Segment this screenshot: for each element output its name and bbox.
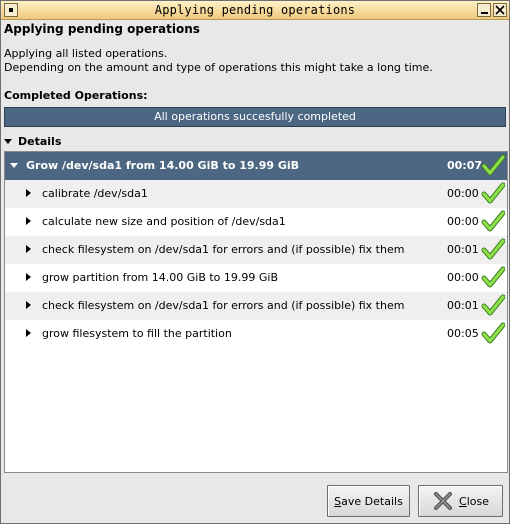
- operation-row[interactable]: check filesystem on /dev/sda1 for errors…: [5, 236, 507, 264]
- details-label: Details: [18, 135, 62, 148]
- operation-row[interactable]: calculate new size and position of /dev/…: [5, 208, 507, 236]
- operation-time: 00:00: [447, 215, 479, 228]
- check-icon: [481, 294, 505, 316]
- operation-label: grow partition from 14.00 GiB to 19.99 G…: [42, 271, 279, 284]
- close-icon: [495, 5, 505, 15]
- check-icon: [481, 266, 505, 288]
- close-mnemonic: C: [459, 494, 467, 508]
- minimize-button[interactable]: [477, 3, 491, 17]
- completed-operations-label: Completed Operations:: [4, 89, 148, 102]
- save-details-mnemonic: S: [334, 494, 342, 508]
- description-line-1: Applying all listed operations.: [4, 47, 168, 60]
- close-icon: [434, 492, 452, 510]
- collapse-arrow-icon[interactable]: [10, 163, 18, 168]
- check-icon: [481, 182, 505, 204]
- progress-bar: All operations succesfully completed: [4, 107, 506, 127]
- operation-label: grow filesystem to fill the partition: [42, 327, 232, 340]
- operation-time: 00:01: [447, 299, 479, 312]
- operation-label: check filesystem on /dev/sda1 for errors…: [42, 299, 405, 312]
- details-expander[interactable]: Details: [4, 135, 61, 148]
- expand-arrow-icon[interactable]: [26, 189, 31, 197]
- titlebar[interactable]: Applying pending operations: [1, 1, 509, 20]
- check-icon: [481, 154, 505, 176]
- operation-time: 00:00: [447, 271, 479, 284]
- operation-label: calibrate /dev/sda1: [42, 187, 148, 200]
- progress-text: All operations succesfully completed: [154, 110, 356, 123]
- operation-label: calculate new size and position of /dev/…: [42, 215, 286, 228]
- dialog-window: Applying pending operations Applying pen…: [0, 0, 510, 524]
- operation-row[interactable]: calibrate /dev/sda1 00:00: [5, 180, 507, 208]
- page-title: Applying pending operations: [4, 22, 200, 36]
- operation-time: 00:07: [447, 159, 483, 172]
- save-details-button[interactable]: Save Details: [327, 485, 410, 517]
- check-icon: [481, 238, 505, 260]
- operations-tree[interactable]: Grow /dev/sda1 from 14.00 GiB to 19.99 G…: [4, 151, 508, 473]
- expander-arrow-icon: [4, 139, 12, 144]
- expand-arrow-icon[interactable]: [26, 273, 31, 281]
- window-title: Applying pending operations: [154, 3, 356, 17]
- operation-time: 00:05: [447, 327, 479, 340]
- operation-row[interactable]: check filesystem on /dev/sda1 for errors…: [5, 292, 507, 320]
- operation-row[interactable]: grow filesystem to fill the partition 00…: [5, 320, 507, 348]
- save-details-label: ave Details: [341, 494, 403, 508]
- operation-row[interactable]: grow partition from 14.00 GiB to 19.99 G…: [5, 264, 507, 292]
- minimize-icon: [480, 11, 488, 14]
- expand-arrow-icon[interactable]: [26, 245, 31, 253]
- expand-arrow-icon[interactable]: [26, 301, 31, 309]
- check-icon: [481, 322, 505, 344]
- expand-arrow-icon[interactable]: [26, 217, 31, 225]
- check-icon: [481, 210, 505, 232]
- operation-label: Grow /dev/sda1 from 14.00 GiB to 19.99 G…: [26, 159, 300, 172]
- operation-label: check filesystem on /dev/sda1 for errors…: [42, 243, 405, 256]
- description-line-2: Depending on the amount and type of oper…: [4, 61, 433, 74]
- operation-time: 00:01: [447, 243, 479, 256]
- close-button[interactable]: Close: [418, 485, 503, 517]
- expand-arrow-icon[interactable]: [26, 329, 31, 337]
- close-label: lose: [466, 494, 489, 508]
- close-window-button[interactable]: [493, 3, 507, 17]
- operation-row[interactable]: Grow /dev/sda1 from 14.00 GiB to 19.99 G…: [5, 152, 507, 180]
- operation-time: 00:00: [447, 187, 479, 200]
